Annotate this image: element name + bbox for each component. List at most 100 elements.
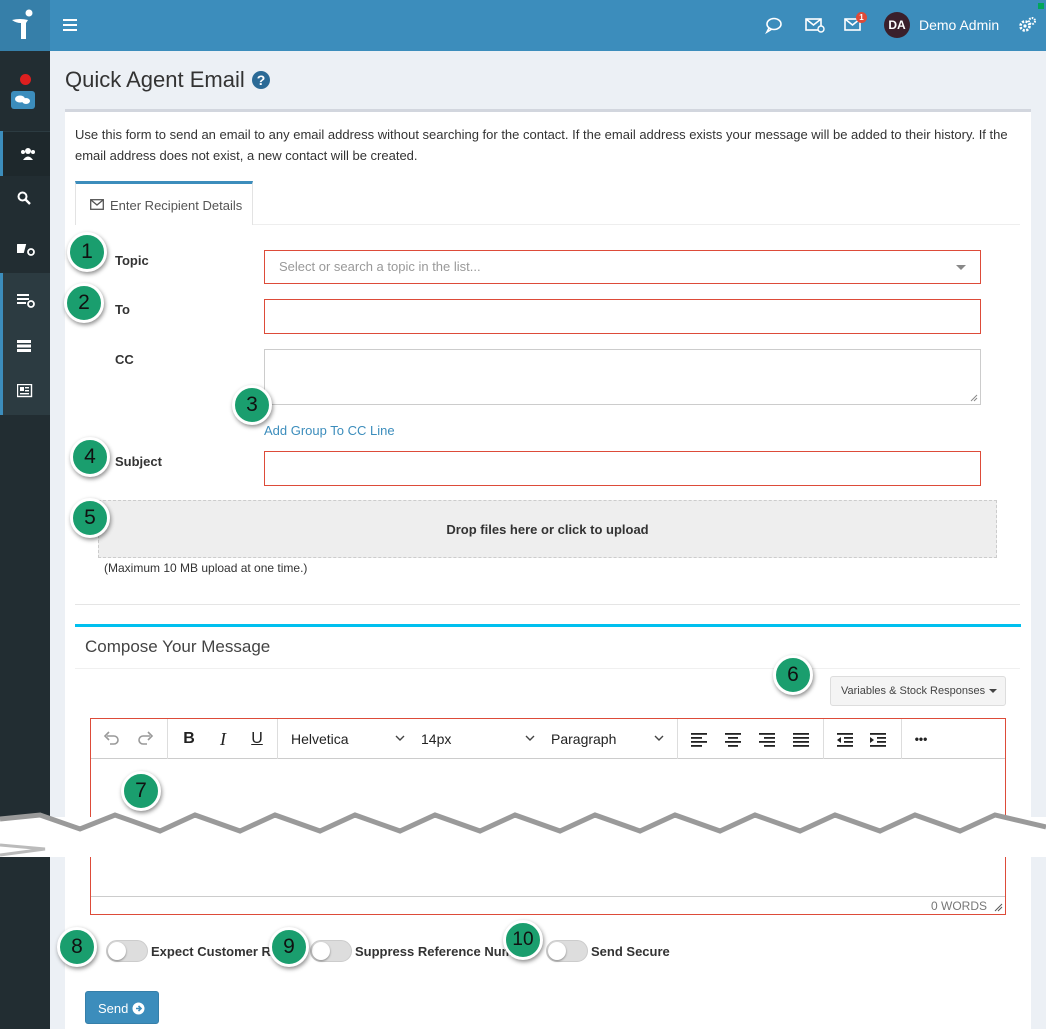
sidebar-item-knowledge[interactable] (0, 227, 50, 271)
resize-handle-icon[interactable] (970, 394, 978, 402)
add-group-cc-link[interactable]: Add Group To CC Line (264, 423, 395, 438)
italic-button[interactable]: I (213, 729, 233, 749)
undo-icon[interactable] (101, 729, 121, 749)
send-secure-label: Send Secure (591, 944, 670, 959)
topic-placeholder: Select or search a topic in the list... (279, 259, 481, 274)
callout-8: 8 (57, 927, 97, 967)
app-logo[interactable] (0, 0, 50, 51)
align-justify-icon[interactable] (791, 729, 811, 749)
callout-9: 9 (269, 927, 309, 967)
block-format-select[interactable]: Paragraph (551, 731, 616, 747)
menu-toggle-icon[interactable] (62, 16, 80, 34)
callout-6: 6 (773, 655, 813, 695)
callout-1: 1 (67, 232, 107, 272)
outdent-icon[interactable] (835, 729, 855, 749)
indent-icon[interactable] (868, 729, 888, 749)
sidebar-item-contacts[interactable] (0, 132, 50, 176)
list-icon (17, 340, 31, 352)
help-icon[interactable]: ? (252, 71, 270, 89)
sidebar-item-queue-settings[interactable] (0, 278, 50, 322)
email-settings-icon[interactable] (804, 14, 826, 36)
sidebar-item-search[interactable] (0, 177, 50, 221)
suppress-reference-toggle[interactable] (310, 940, 352, 962)
user-avatar[interactable]: DA (884, 12, 910, 38)
compose-title: Compose Your Message (85, 637, 271, 656)
user-name[interactable]: Demo Admin (919, 17, 999, 33)
align-left-icon[interactable] (689, 729, 709, 749)
callout-10: 10 (503, 920, 543, 960)
word-count: 0 WORDS (930, 899, 987, 913)
file-dropzone[interactable]: Drop files here or click to upload (98, 500, 997, 558)
callout-7: 7 (121, 771, 161, 811)
toggle-knob (108, 942, 126, 960)
subject-label: Subject (115, 454, 162, 469)
chevron-down-icon (525, 735, 535, 741)
tab-label: Enter Recipient Details (110, 198, 243, 213)
more-options-button[interactable]: ••• (911, 729, 931, 749)
search-icon (17, 191, 31, 205)
newspaper-icon (17, 384, 33, 398)
section-divider (75, 604, 1020, 605)
to-label: To (115, 302, 130, 317)
callout-3: 3 (232, 385, 272, 425)
top-bar: 1 DA Demo Admin (0, 0, 1046, 51)
variables-button-label: Variables & Stock Responses (841, 685, 986, 697)
sidebar-item-reports[interactable] (0, 370, 50, 414)
tab-recipient-details[interactable]: Enter Recipient Details (75, 181, 253, 225)
toggle-knob (312, 942, 330, 960)
live-chat-icon[interactable] (11, 91, 35, 109)
topic-label: Topic (115, 253, 149, 268)
subject-input[interactable] (264, 451, 981, 486)
toolbar-separator (823, 719, 824, 759)
upload-limit-note: (Maximum 10 MB upload at one time.) (104, 561, 308, 575)
status-indicator (1038, 3, 1044, 9)
logo-icon (12, 9, 33, 39)
variables-stock-responses-button[interactable]: Variables & Stock Responses (830, 676, 1006, 706)
toolbar-separator (677, 719, 678, 759)
topic-select[interactable]: Select or search a topic in the list... (264, 250, 981, 284)
redo-icon[interactable] (136, 729, 156, 749)
callout-5: 5 (70, 498, 110, 538)
send-button[interactable]: Send (85, 991, 159, 1024)
chevron-down-icon (956, 265, 966, 270)
expect-reply-label: Expect Customer Re (151, 944, 279, 959)
underline-button[interactable]: U (247, 729, 267, 749)
users-icon (21, 148, 35, 160)
books-settings-icon (17, 244, 35, 256)
toggle-knob (548, 942, 566, 960)
dropzone-text: Drop files here or click to upload (446, 522, 649, 537)
intro-text: Use this form to send an email to any em… (75, 127, 1008, 163)
chat-icon[interactable] (763, 14, 785, 36)
compose-accent-bar (75, 624, 1021, 627)
expect-reply-toggle[interactable] (106, 940, 148, 962)
compose-divider (75, 668, 1020, 669)
send-button-label: Send (98, 1001, 129, 1016)
to-input[interactable] (264, 299, 981, 334)
tab-divider (253, 224, 1020, 225)
align-right-icon[interactable] (757, 729, 777, 749)
page-title: Quick Agent Email (65, 67, 245, 92)
editor-statusbar: 0 WORDS (91, 896, 1005, 914)
gears-icon[interactable] (1016, 14, 1038, 36)
sidebar-item-lists[interactable] (0, 325, 50, 369)
toolbar-separator (901, 719, 902, 759)
chevron-down-icon (395, 735, 405, 741)
chevron-down-icon (654, 735, 664, 741)
align-center-icon[interactable] (723, 729, 743, 749)
toolbar-separator (277, 719, 278, 759)
live-status-dot (20, 74, 31, 85)
callout-2: 2 (64, 283, 104, 323)
cc-textarea[interactable] (264, 349, 981, 405)
font-size-select[interactable]: 14px (421, 731, 451, 747)
notification-badge: 1 (856, 12, 867, 23)
cc-label: CC (115, 352, 134, 367)
arrow-circle-right-icon (132, 1002, 145, 1015)
bold-button[interactable]: B (179, 729, 199, 749)
font-family-select[interactable]: Helvetica (291, 731, 349, 747)
callout-4: 4 (70, 437, 110, 477)
send-secure-toggle[interactable] (546, 940, 588, 962)
caret-down-icon (989, 689, 997, 693)
resize-handle-icon[interactable] (994, 903, 1003, 912)
editor-toolbar: B I U Helvetica 14px Paragraph ••• (91, 719, 1005, 759)
list-settings-icon (17, 294, 35, 308)
